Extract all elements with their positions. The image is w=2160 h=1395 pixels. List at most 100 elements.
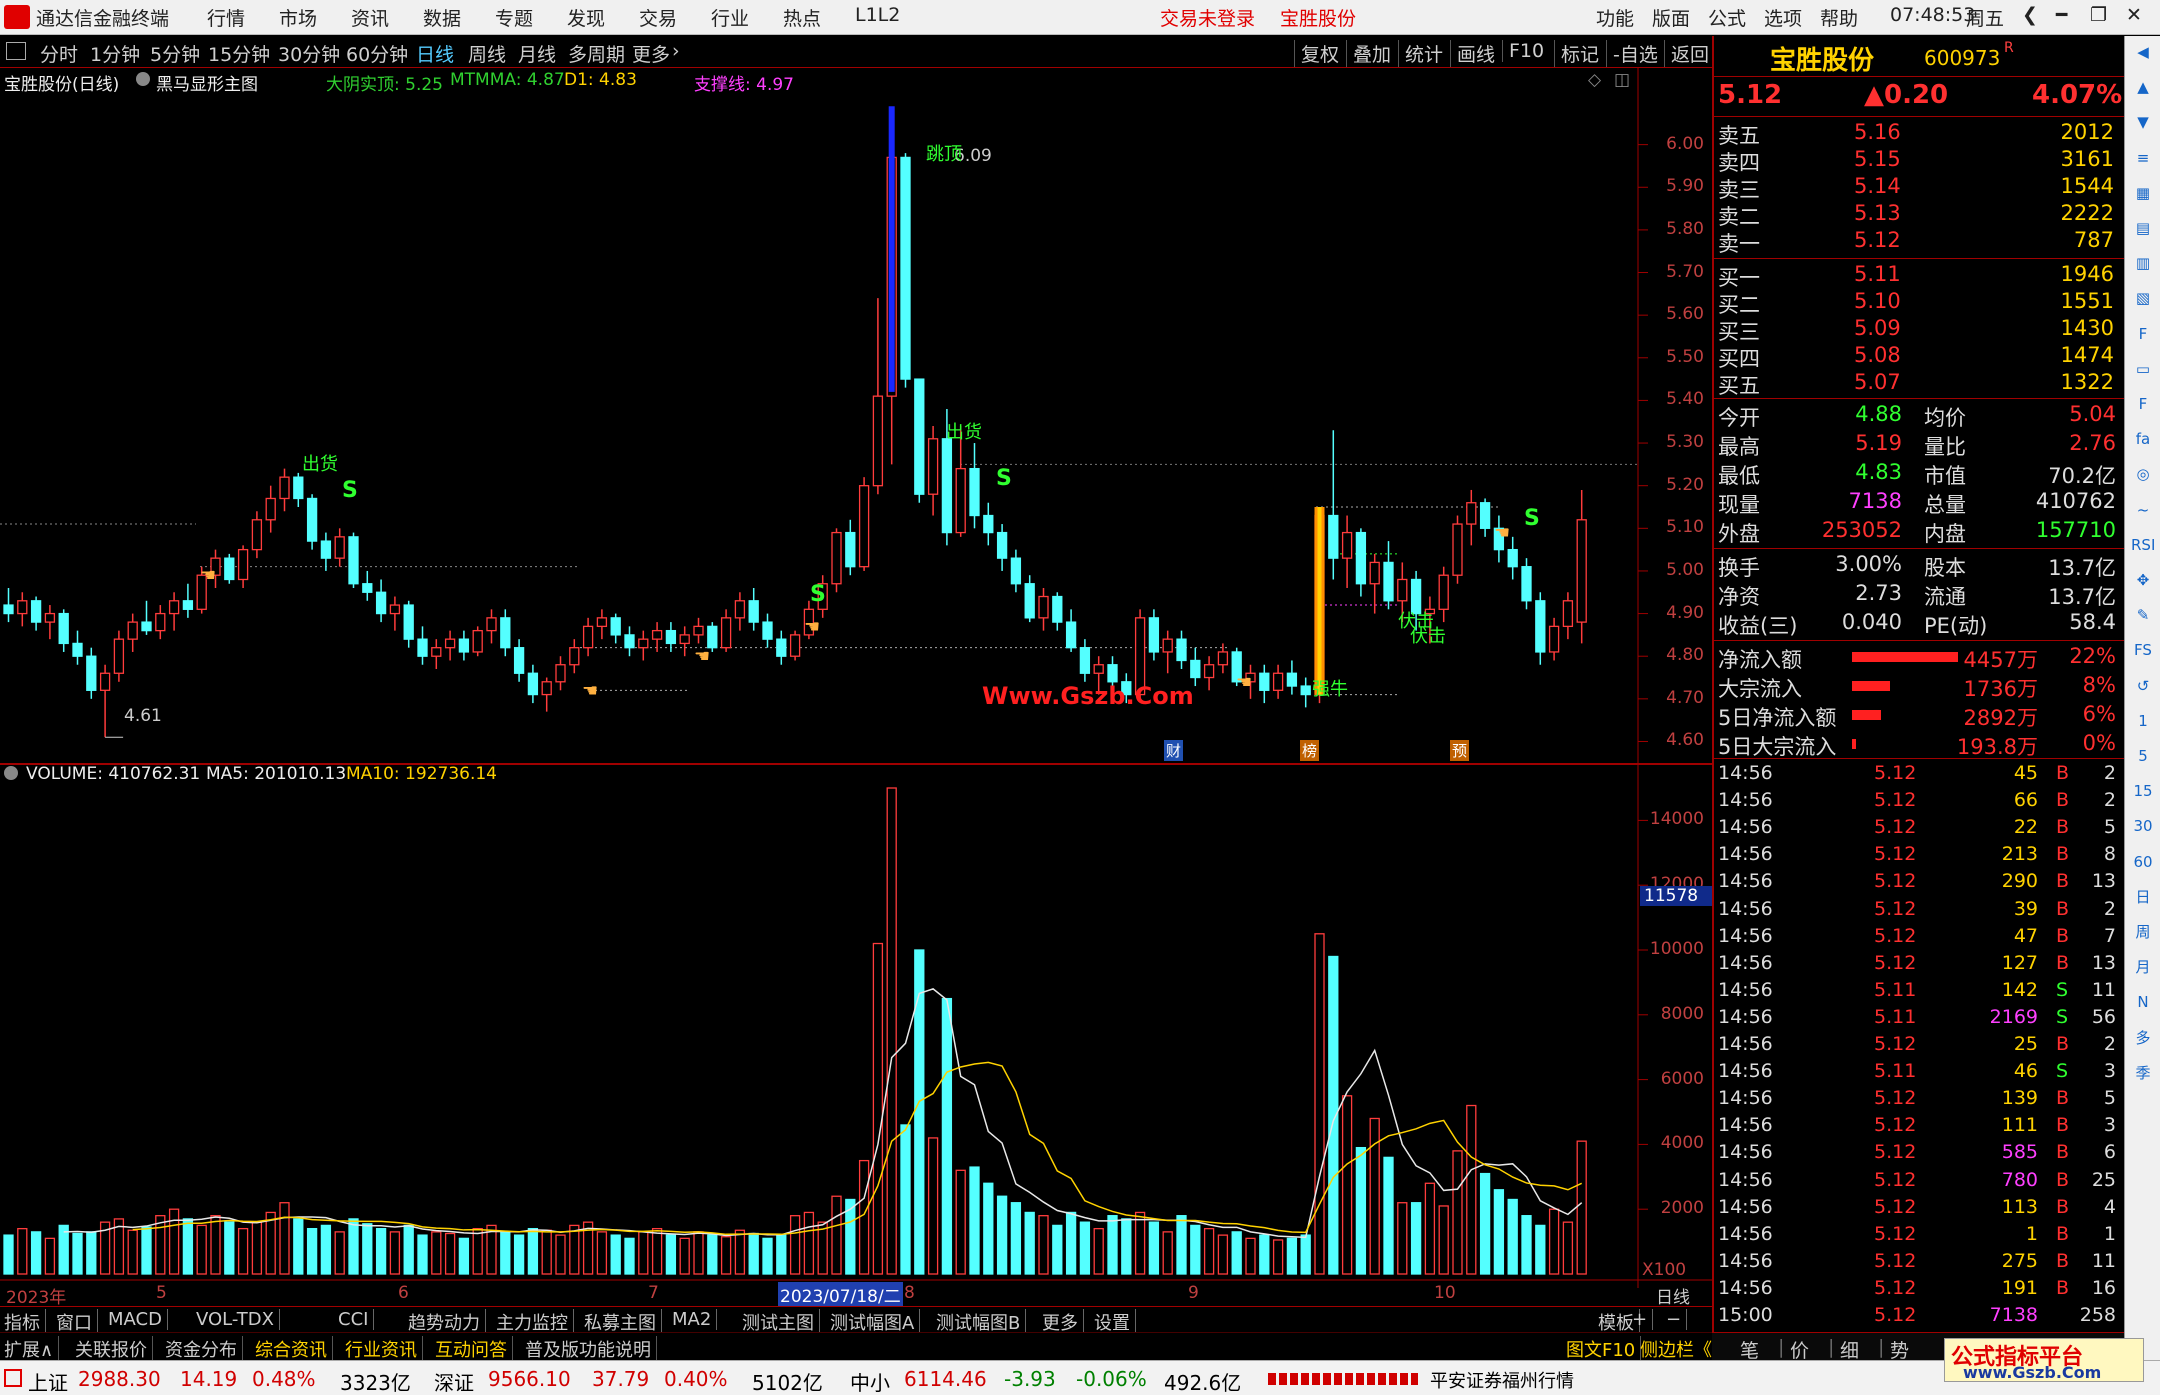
rsi-icon[interactable]: ~ — [2131, 498, 2155, 522]
refresh-icon[interactable]: FS — [2131, 638, 2155, 662]
status-sh-label[interactable]: 上证 — [28, 1367, 68, 1395]
1-icon[interactable]: ↺ — [2131, 674, 2155, 698]
book-icon[interactable]: ▭ — [2131, 357, 2155, 381]
login-status[interactable]: 交易未登录 — [1160, 4, 1255, 31]
n-icon[interactable]: 月 — [2131, 955, 2155, 979]
menu-l1l2[interactable]: L1L2 — [855, 4, 900, 26]
month-icon[interactable]: 周 — [2131, 920, 2155, 944]
badge-cai[interactable]: 财 — [1164, 740, 1184, 761]
menu-gongshi[interactable]: 公式 — [1708, 4, 1746, 31]
tab-bi[interactable]: 笔 — [1740, 1336, 1759, 1363]
grid-icon[interactable]: ▦ — [2131, 181, 2155, 205]
info-tab[interactable]: 关联报价 — [75, 1336, 153, 1362]
60-icon[interactable]: 30 — [2131, 814, 2155, 838]
period-5min[interactable]: 5分钟 — [150, 40, 200, 67]
indicator-tab[interactable]: VOL-TDX — [196, 1309, 280, 1330]
info-tab[interactable]: 互动问答 — [435, 1336, 513, 1362]
menu-bangzhu[interactable]: 帮助 — [1820, 4, 1858, 31]
move-icon[interactable]: RSI — [2131, 533, 2155, 557]
tool-biaoji[interactable]: 标记 — [1554, 40, 1599, 67]
multi-icon[interactable]: N — [2131, 990, 2155, 1014]
badge-yu[interactable]: 预 — [1450, 740, 1470, 761]
chart-icon[interactable]: ▤ — [2131, 216, 2155, 240]
period-15min[interactable]: 15分钟 — [208, 40, 270, 67]
chart-canvas[interactable]: ☚ ☚ ☚ ☚ ☚ ☚ — [0, 68, 1712, 1288]
status-zx-label[interactable]: 中小 — [850, 1367, 890, 1395]
arrow-left-icon[interactable]: ◀ — [2131, 40, 2155, 64]
status-sz-label[interactable]: 深证 — [434, 1367, 474, 1395]
menu-jiaoyi[interactable]: 交易 — [639, 4, 677, 31]
tool-diejia[interactable]: 叠加 — [1346, 40, 1391, 67]
sh-indicator-icon[interactable] — [4, 1369, 22, 1387]
minimize-icon[interactable]: ━ — [2056, 4, 2067, 26]
menu-hangye[interactable]: 行业 — [711, 4, 749, 31]
diamond-icon[interactable]: ◇ — [1588, 70, 1601, 90]
period-monthly[interactable]: 月线 — [518, 40, 556, 67]
chevron-right-icon[interactable]: › — [672, 40, 680, 62]
volume-dot-icon[interactable] — [4, 766, 18, 780]
fs-icon[interactable]: ✎ — [2131, 603, 2155, 627]
info-tab[interactable]: 扩展∧ — [4, 1336, 60, 1362]
circle-icon[interactable]: ◎ — [2131, 462, 2155, 486]
doc-icon[interactable]: ▧ — [2131, 286, 2155, 310]
tool-huaxian[interactable]: 画线 — [1450, 40, 1495, 67]
tab-xi[interactable]: 细 — [1840, 1336, 1859, 1363]
pen-icon[interactable]: ✥ — [2131, 568, 2155, 592]
info-tab-f10[interactable]: 图文F10 — [1566, 1336, 1642, 1362]
formula-dot-icon[interactable] — [136, 72, 150, 86]
panel-icon[interactable]: ◫ — [1614, 70, 1630, 90]
year-icon[interactable]: 季 — [2131, 1061, 2155, 1085]
menu-banmian[interactable]: 版面 — [1652, 4, 1690, 31]
close-icon[interactable]: ✕ — [2126, 4, 2142, 26]
menu-zhuanti[interactable]: 专题 — [495, 4, 533, 31]
fa-icon[interactable]: fa — [2131, 427, 2155, 451]
menu-faxian[interactable]: 发现 — [567, 4, 605, 31]
indicator-tab[interactable]: CCI — [338, 1309, 375, 1330]
menu-gongneng[interactable]: 功能 — [1596, 4, 1634, 31]
menu-hangqing[interactable]: 行情 — [207, 4, 245, 31]
period-multi[interactable]: 多周期 — [568, 40, 625, 67]
indicator-tab[interactable]: MACD — [108, 1309, 168, 1330]
tool-tongji[interactable]: 统计 — [1398, 40, 1443, 67]
info-tab[interactable]: 行业资讯 — [345, 1336, 423, 1362]
tool-fuquan[interactable]: 复权 — [1294, 40, 1339, 67]
15-icon[interactable]: 5 — [2131, 744, 2155, 768]
menu-shichang[interactable]: 市场 — [279, 4, 317, 31]
info-tab[interactable]: 综合资讯 — [255, 1336, 333, 1362]
menu-redian[interactable]: 热点 — [783, 4, 821, 31]
kline-icon[interactable]: ▥ — [2131, 251, 2155, 275]
arrow-up-icon[interactable]: ▲ — [2131, 75, 2155, 99]
menu-zixun[interactable]: 资讯 — [351, 4, 389, 31]
kline-formula-name[interactable]: 黑马显形主图 — [156, 70, 258, 95]
chart-area[interactable]: ☚ ☚ ☚ ☚ ☚ ☚ 宝胜股份(日线) 黑马显形主图 大阴实顶: 5.25 MTMMA:… — [0, 68, 1712, 1308]
badge-bang[interactable]: 榜 — [1300, 740, 1320, 761]
period-weekly[interactable]: 周线 — [468, 40, 506, 67]
f10-icon[interactable]: F — [2131, 322, 2155, 346]
list-icon[interactable]: ≡ — [2131, 146, 2155, 170]
toggle-panel-icon[interactable] — [6, 42, 26, 60]
period-30min[interactable]: 30分钟 — [278, 40, 340, 67]
back-icon[interactable]: ❮ — [2022, 4, 2038, 26]
tab-shi[interactable]: 势 — [1890, 1336, 1909, 1363]
arrow-down-icon[interactable]: ▼ — [2131, 110, 2155, 134]
menu-shuju[interactable]: 数据 — [423, 4, 461, 31]
tab-jia[interactable]: 价 — [1790, 1336, 1809, 1363]
30-icon[interactable]: 15 — [2131, 779, 2155, 803]
template-tab[interactable]: + — [1632, 1309, 1654, 1330]
period-fenshi[interactable]: 分时 — [40, 40, 78, 67]
week-icon[interactable]: 日 — [2131, 885, 2155, 909]
5-icon[interactable]: 1 — [2131, 709, 2155, 733]
day-icon[interactable]: 60 — [2131, 850, 2155, 874]
period-1min[interactable]: 1分钟 — [90, 40, 140, 67]
period-60min[interactable]: 60分钟 — [346, 40, 408, 67]
f-icon[interactable]: F — [2131, 392, 2155, 416]
quarter-icon[interactable]: 多 — [2131, 1026, 2155, 1050]
tool-f10[interactable]: F10 — [1502, 40, 1544, 62]
info-tab[interactable]: 普及版功能说明 — [525, 1336, 657, 1362]
indicator-tab[interactable]: MA2 — [672, 1309, 718, 1330]
info-tab-sidebar[interactable]: 侧边栏《 — [1640, 1336, 1718, 1362]
period-daily[interactable]: 日线 — [416, 40, 454, 67]
restore-icon[interactable]: ❐ — [2090, 4, 2107, 26]
period-more[interactable]: 更多 — [632, 40, 670, 67]
info-tab[interactable]: 资金分布 — [165, 1336, 243, 1362]
